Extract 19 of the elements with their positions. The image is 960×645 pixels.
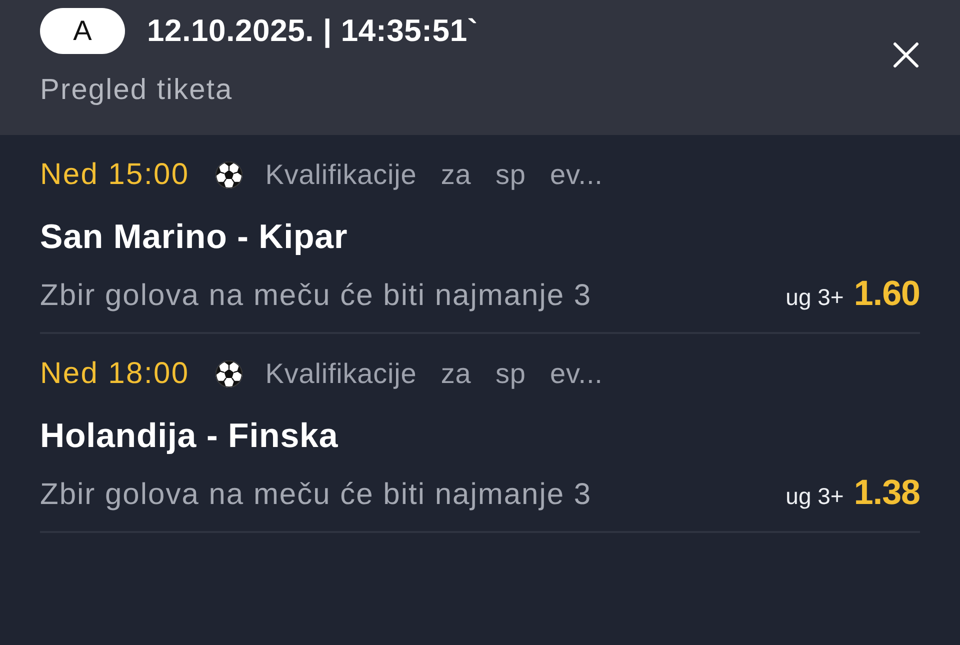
odds-value: 1.60 <box>854 274 920 314</box>
match-time: Ned 15:00 <box>40 158 190 192</box>
soccer-ball-icon <box>215 161 244 189</box>
odds-value: 1.38 <box>854 473 920 513</box>
soccer-ball-icon <box>215 360 244 388</box>
match-name: San Marino - Kipar <box>40 218 348 256</box>
match-name: Holandija - Finska <box>40 417 338 455</box>
ticket-subtitle: Pregled tiketa <box>40 73 234 107</box>
ticket-badge: A <box>40 8 125 54</box>
close-button[interactable] <box>892 41 920 69</box>
market-description: Zbir golova na meču će biti najmanje 3 <box>40 478 592 512</box>
ticket-datetime: 12.10.2025. | 14:35:51` <box>147 13 478 49</box>
pick-label: ug 3+ <box>786 284 844 311</box>
league-name: Kvalifikacije za sp ev... <box>265 159 603 191</box>
market-description: Zbir golova na meču će biti najmanje 3 <box>40 279 592 313</box>
league-name: Kvalifikacije za sp ev... <box>265 358 603 390</box>
close-icon <box>893 42 919 68</box>
pick-label: ug 3+ <box>786 483 844 510</box>
match-time: Ned 18:00 <box>40 357 190 391</box>
